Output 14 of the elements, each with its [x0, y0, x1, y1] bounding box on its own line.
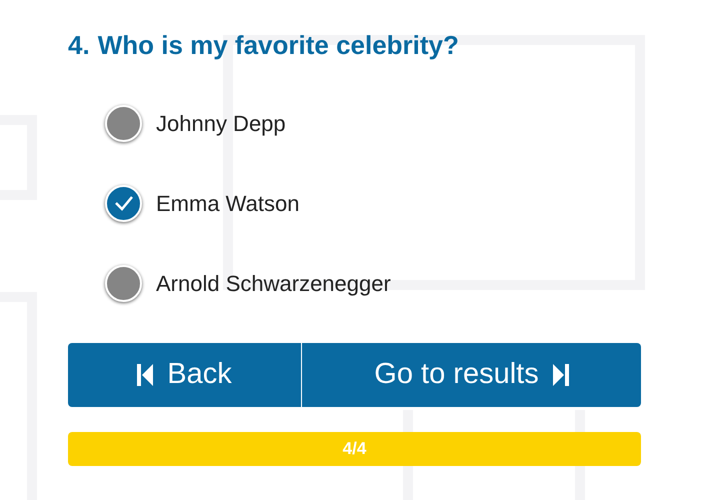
skip-forward-icon: [552, 364, 569, 386]
radio-button[interactable]: [105, 104, 142, 142]
progress-text: 4/4: [342, 438, 368, 460]
back-button[interactable]: Back: [68, 343, 302, 407]
option-label: Emma Watson: [156, 190, 300, 218]
checkmark-icon: [114, 195, 134, 211]
question-number: 4.: [68, 29, 90, 62]
skip-back-icon: [137, 364, 154, 386]
option-label: Johnny Depp: [156, 110, 286, 138]
radio-button[interactable]: [105, 264, 142, 302]
option-label: Arnold Schwarzenegger: [156, 270, 391, 298]
radio-button[interactable]: [105, 184, 142, 222]
question-text: Who is my favorite celebrity?: [98, 29, 459, 62]
results-button[interactable]: Go to results: [302, 343, 641, 407]
